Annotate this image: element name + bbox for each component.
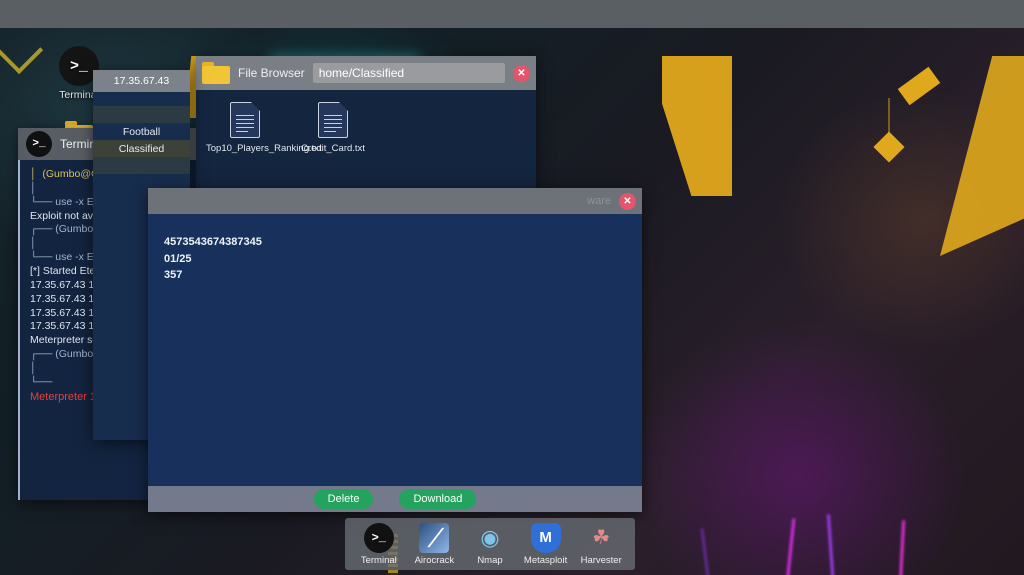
wallpaper-neon-2 xyxy=(826,514,837,575)
file-item[interactable]: Credit_Card.txt xyxy=(294,102,372,155)
file-item-label: Credit_Card.txt xyxy=(301,143,365,154)
dock-item-nmap[interactable]: ◉ Nmap xyxy=(463,523,517,566)
nmap-eye-icon: ◉ xyxy=(480,524,500,550)
text-viewer-window[interactable]: ware ✕ 4573543674387345 01/25 357 Delete D… xyxy=(148,188,642,512)
host-ip-header: 17.35.67.43 xyxy=(93,70,190,92)
dock-item-label: Harvester xyxy=(580,554,622,566)
taskbar-dock: >_ Terminal ╱ Airocrack ◉ Nmap M Metasploit ☘ Har… xyxy=(345,518,635,570)
text-line: 01/25 xyxy=(164,252,192,265)
text-line: 357 xyxy=(164,269,183,281)
file-grid: Top10_Players_Ranking.txt Credit_Card.txt xyxy=(206,102,526,155)
close-icon[interactable]: ✕ xyxy=(513,64,530,82)
download-button[interactable]: Download xyxy=(399,489,477,509)
file-browser-titlebar[interactable]: File Browser home/Classified ✕ xyxy=(196,56,536,90)
dock-item-terminal[interactable]: >_ Terminal xyxy=(352,522,406,566)
file-browser-title-text: File Browser xyxy=(238,66,305,80)
top-strip xyxy=(0,0,1024,28)
text-line: 4573543674387345 xyxy=(164,236,262,248)
file-item[interactable]: Top10_Players_Ranking.txt xyxy=(206,102,322,155)
folder-icon xyxy=(202,62,230,84)
metasploit-shield-icon: M xyxy=(530,522,561,553)
wallpaper-shape-3 xyxy=(940,56,1024,256)
folder-list-item[interactable]: Classified xyxy=(93,140,190,157)
dock-item-airocrack[interactable]: ╱ Airocrack xyxy=(407,522,461,566)
airocrack-icon: ╱ xyxy=(419,522,450,553)
delete-button[interactable]: Delete xyxy=(313,489,374,509)
folder-list-item[interactable]: Football xyxy=(93,123,190,140)
wallpaper-shape-5 xyxy=(873,131,905,163)
desktop: >_ Terminal >_ Terminal │ (Gumbo@Gumbo) … xyxy=(0,0,1024,575)
text-viewer-footer: Delete Download xyxy=(148,486,642,512)
text-viewer-title-text: ware xyxy=(587,195,611,207)
dock-item-label: Terminal xyxy=(360,554,397,566)
folder-list-spacer xyxy=(93,106,190,123)
wallpaper-shape-2 xyxy=(662,56,732,196)
terminal-icon: >_ xyxy=(363,522,394,553)
wallpaper-neon-1 xyxy=(783,518,796,575)
close-icon[interactable]: ✕ xyxy=(619,192,636,210)
wallpaper-neon-4 xyxy=(700,528,713,575)
text-viewer-titlebar[interactable]: ware ✕ xyxy=(148,188,642,214)
dock-item-harvester[interactable]: ☘ Harvester xyxy=(574,523,628,566)
folder-list-spacer xyxy=(93,157,190,174)
dock-item-label: Nmap xyxy=(477,554,503,566)
dock-item-metasploit[interactable]: M Metasploit xyxy=(519,522,573,566)
wallpaper-neon-3 xyxy=(897,519,906,575)
path-input[interactable]: home/Classified xyxy=(312,63,505,83)
dock-item-label: Metasploit xyxy=(523,554,568,566)
document-icon xyxy=(230,102,260,138)
terminal-icon: >_ xyxy=(26,131,52,157)
wallpaper-chevron xyxy=(0,21,44,75)
file-item-label: Top10_Players_Ranking.txt xyxy=(206,143,322,154)
dock-item-label: Airocrack xyxy=(414,554,455,566)
harvester-icon: ☘ xyxy=(592,527,611,549)
wallpaper-shape-4 xyxy=(897,66,941,106)
text-viewer-content: 4573543674387345 01/25 357 xyxy=(148,214,642,486)
document-icon xyxy=(318,102,348,138)
